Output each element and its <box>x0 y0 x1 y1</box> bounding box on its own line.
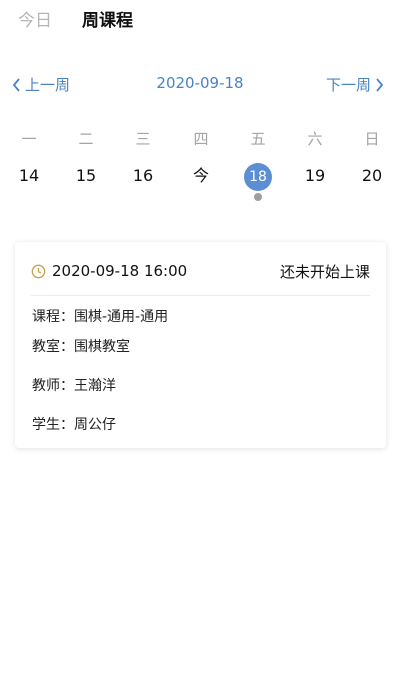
next-week-label: 下一周 <box>325 76 371 94</box>
weekday-label: 二 <box>78 130 94 148</box>
course-status: 还未开始上课 <box>279 262 370 281</box>
top-tabs: 今日 周课程 <box>18 6 133 31</box>
has-course-indicator-dot <box>254 193 262 201</box>
card-divider <box>31 295 370 296</box>
chevron-right-icon <box>376 77 384 92</box>
course-value: 围棋-通用-通用 <box>74 309 169 325</box>
weekday-label: 五 <box>250 130 266 148</box>
tab-today[interactable]: 今日 <box>18 6 52 31</box>
date-cell[interactable]: 14 <box>9 162 49 190</box>
weekday-label: 一 <box>21 130 37 148</box>
prev-week-button[interactable]: 上一周 <box>12 74 70 95</box>
teacher-value: 王瀚洋 <box>74 378 116 394</box>
weekday-label: 四 <box>193 130 209 148</box>
clock-icon <box>31 264 46 279</box>
date-cell-selected[interactable]: 18 <box>238 162 278 191</box>
student-value: 周公仔 <box>74 417 116 433</box>
next-week-button[interactable]: 下一周 <box>326 74 384 95</box>
course-time: 2020-09-18 16:00 <box>52 262 188 280</box>
date-number: 20 <box>361 166 383 185</box>
course-card-header: 2020-09-18 16:00 还未开始上课 <box>31 260 370 282</box>
weekday-label: 日 <box>364 130 380 148</box>
chevron-left-icon <box>12 77 20 92</box>
classroom-row: 教室：围棋教室 <box>32 336 130 356</box>
weekday-label: 三 <box>135 130 151 148</box>
date-cell[interactable]: 20 <box>352 162 392 190</box>
prev-week-label: 上一周 <box>25 76 71 94</box>
teacher-row: 教师：王瀚洋 <box>32 375 116 395</box>
date-number: 19 <box>304 166 326 185</box>
course-label: 课程： <box>32 309 74 325</box>
date-number: 15 <box>75 166 97 185</box>
date-number: 18 <box>244 163 272 191</box>
course-row: 课程：围棋-通用-通用 <box>32 306 168 326</box>
week-navigation: 上一周 2020-09-18 下一周 <box>0 74 400 98</box>
date-cell-today[interactable]: 今 <box>181 162 221 190</box>
date-number: 今 <box>192 166 209 185</box>
classroom-value: 围棋教室 <box>74 339 130 355</box>
tab-week-courses[interactable]: 周课程 <box>82 6 133 31</box>
student-row: 学生：周公仔 <box>32 414 116 434</box>
classroom-label: 教室： <box>32 339 74 355</box>
date-cell[interactable]: 16 <box>123 162 163 190</box>
student-label: 学生： <box>32 417 74 433</box>
course-card[interactable]: 2020-09-18 16:00 还未开始上课 课程：围棋-通用-通用 教室：围… <box>15 242 386 448</box>
date-number: 14 <box>18 166 40 185</box>
weekday-label: 六 <box>307 130 323 148</box>
date-number: 16 <box>132 166 154 185</box>
date-cell[interactable]: 19 <box>295 162 335 190</box>
date-cell[interactable]: 15 <box>66 162 106 190</box>
teacher-label: 教师： <box>32 378 74 394</box>
